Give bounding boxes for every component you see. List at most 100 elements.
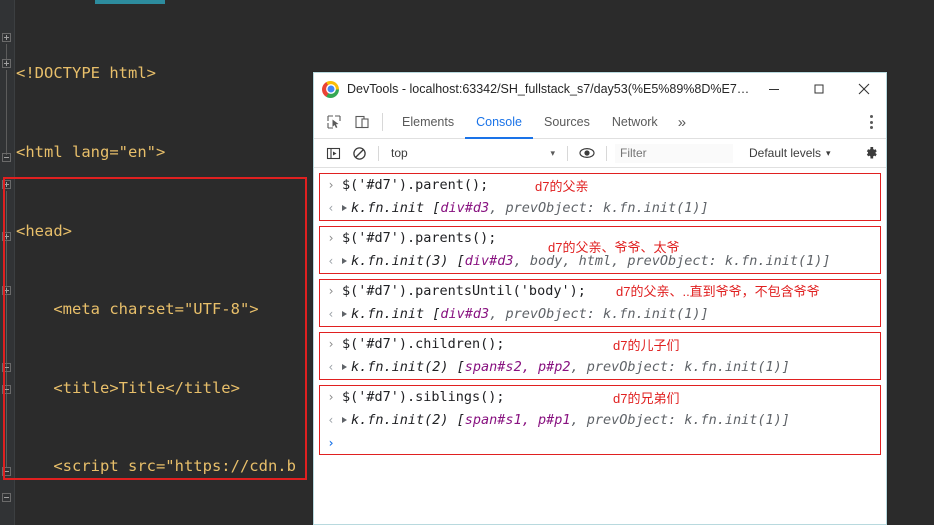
output-prefix: k.fn.init [ xyxy=(351,200,441,216)
console-input-text: $('#d7').siblings(); xyxy=(342,389,505,405)
console-output-row: ‹ k.fn.init(2) [span#s2, p#p2, prevObjec… xyxy=(320,356,880,379)
more-options-button[interactable] xyxy=(856,115,886,129)
console-output-text[interactable]: k.fn.init [div#d3, prevObject: k.fn.init… xyxy=(342,198,709,219)
code-line-text: <html lang="en"> xyxy=(16,143,166,161)
output-prefix: k.fn.init(2) [ xyxy=(351,359,465,375)
output-marker: ‹ xyxy=(327,360,335,374)
log-levels-selector[interactable]: Default levels ▾ xyxy=(749,146,831,160)
log-levels-label: Default levels xyxy=(749,146,822,160)
tab-elements[interactable]: Elements xyxy=(391,106,465,138)
console-output-text[interactable]: k.fn.init(2) [span#s1, p#p1, prevObject:… xyxy=(342,410,790,431)
fold-marker-d3-close[interactable] xyxy=(2,385,11,394)
fold-line xyxy=(6,70,7,155)
console-input-row[interactable]: › $('#d7').siblings(); xyxy=(320,386,880,409)
live-expression-button[interactable] xyxy=(574,145,600,161)
devtools-titlebar: DevTools - localhost:63342/SH_fullstack_… xyxy=(314,73,886,106)
input-marker: › xyxy=(327,231,335,245)
kebab-dot xyxy=(869,115,873,118)
tabbar-divider xyxy=(382,113,383,131)
code-line-2: <html lang="en"> xyxy=(16,139,296,165)
code-line-4: <meta charset="UTF-8"> xyxy=(16,296,296,322)
fold-marker-d3[interactable] xyxy=(2,232,11,241)
fold-marker-body-close[interactable] xyxy=(2,467,11,476)
devtools-window: DevTools - localhost:63342/SH_fullstack_… xyxy=(313,72,887,525)
tab-network[interactable]: Network xyxy=(601,106,669,138)
output-suffix: , prevObject: k.fn.init(1)] xyxy=(489,306,709,322)
console-entry-parent: › $('#d7').parent(); ‹ k.fn.init [div#d3… xyxy=(319,173,881,221)
inspect-element-icon xyxy=(327,115,341,129)
code-line-text: <!DOCTYPE html> xyxy=(16,64,156,83)
device-toolbar-button[interactable] xyxy=(348,106,376,138)
annotation-parent: d7的父亲 xyxy=(535,179,589,194)
expand-triangle-icon[interactable] xyxy=(342,258,347,264)
chevron-down-icon: ▾ xyxy=(550,147,555,158)
context-selector[interactable]: top ▾ xyxy=(385,146,561,160)
code-line-text: <script src="https://cdn.b xyxy=(16,457,296,476)
fold-marker-html[interactable] xyxy=(2,33,11,42)
tab-label: Elements xyxy=(402,115,455,129)
console-input-row[interactable]: › $('#d7').children(); xyxy=(320,333,880,356)
console-output-text[interactable]: k.fn.init(2) [span#s2, p#p2, prevObject:… xyxy=(342,357,790,378)
console-prompt-row[interactable]: › xyxy=(320,432,880,454)
output-suffix: , prevObject: k.fn.init(1)] xyxy=(489,200,709,216)
tab-label: Sources xyxy=(543,115,590,129)
close-button[interactable] xyxy=(841,73,886,105)
fold-marker-body[interactable] xyxy=(2,180,11,189)
editor-code[interactable]: <!DOCTYPE html> <html lang="en"> <head> … xyxy=(16,8,296,525)
expand-triangle-icon[interactable] xyxy=(342,205,347,211)
input-marker: › xyxy=(327,390,335,404)
chrome-logo-icon xyxy=(322,80,339,98)
console-input-text: $('#d7').parentsUntil('body'); xyxy=(342,283,586,299)
kebab-dot xyxy=(869,120,873,124)
live-expression-icon xyxy=(579,147,595,159)
code-line-text: <head> xyxy=(16,221,72,240)
console-output-row: ‹ k.fn.init [div#d3, prevObject: k.fn.in… xyxy=(320,197,880,220)
device-toolbar-icon xyxy=(355,115,369,129)
code-line-1: <!DOCTYPE html> xyxy=(16,60,296,86)
console-log-area[interactable]: › $('#d7').parent(); ‹ k.fn.init [div#d3… xyxy=(314,168,886,524)
console-output-row: ‹ k.fn.init [div#d3, prevObject: k.fn.in… xyxy=(320,303,880,326)
tab-label: Console xyxy=(476,115,522,129)
console-output-text[interactable]: k.fn.init [div#d3, prevObject: k.fn.init… xyxy=(342,304,709,325)
inspect-element-button[interactable] xyxy=(320,106,348,138)
kebab-dot xyxy=(869,126,873,129)
console-sidebar-icon xyxy=(326,147,340,159)
clear-console-button[interactable] xyxy=(346,146,372,161)
settings-button[interactable] xyxy=(863,145,879,161)
console-input-text: $('#d7').children(); xyxy=(342,336,505,352)
fold-marker-html-close[interactable] xyxy=(2,493,11,502)
fold-marker-head-close[interactable] xyxy=(2,153,11,162)
fold-marker-d7-close[interactable] xyxy=(2,363,11,372)
editor-gutter[interactable] xyxy=(0,0,15,525)
code-line-3: <head> xyxy=(16,218,296,244)
fold-marker-d7[interactable] xyxy=(2,286,11,295)
minimize-button[interactable] xyxy=(751,73,796,105)
fold-marker-head[interactable] xyxy=(2,59,11,68)
toolbar-divider xyxy=(378,145,379,161)
annotation-parents-until: d7的父亲、..直到爷爷，不包含爷爷 xyxy=(616,284,820,299)
console-input-row[interactable]: › $('#d7').parent(); xyxy=(320,174,880,197)
console-output-row: ‹ k.fn.init(2) [span#s1, p#p1, prevObjec… xyxy=(320,409,880,432)
maximize-button[interactable] xyxy=(796,73,841,105)
more-tabs-button[interactable]: » xyxy=(669,106,695,138)
toolbar-divider xyxy=(567,145,568,161)
console-toolbar: top ▾ Default levels ▾ xyxy=(314,139,886,168)
toolbar-divider xyxy=(606,145,607,161)
annotation-parents: d7的父亲、爷爷、太爷 xyxy=(548,240,680,255)
expand-triangle-icon[interactable] xyxy=(342,311,347,317)
console-entry-parents-until: › $('#d7').parentsUntil('body'); ‹ k.fn.… xyxy=(319,279,881,327)
console-entry-parents: › $('#d7').parents(); ‹ k.fn.init(3) [di… xyxy=(319,226,881,274)
console-sidebar-button[interactable] xyxy=(320,146,346,161)
editor-top-strip xyxy=(95,0,165,4)
tab-sources[interactable]: Sources xyxy=(533,106,601,138)
input-marker: › xyxy=(327,337,335,351)
close-icon xyxy=(858,83,869,95)
expand-triangle-icon[interactable] xyxy=(342,364,347,370)
expand-triangle-icon[interactable] xyxy=(342,417,347,423)
tabbar-right xyxy=(841,106,886,138)
prompt-marker: › xyxy=(327,435,335,450)
filter-input[interactable] xyxy=(615,143,733,163)
tab-label: Network xyxy=(611,115,658,129)
context-label: top xyxy=(391,146,408,160)
tab-console[interactable]: Console xyxy=(465,106,533,139)
